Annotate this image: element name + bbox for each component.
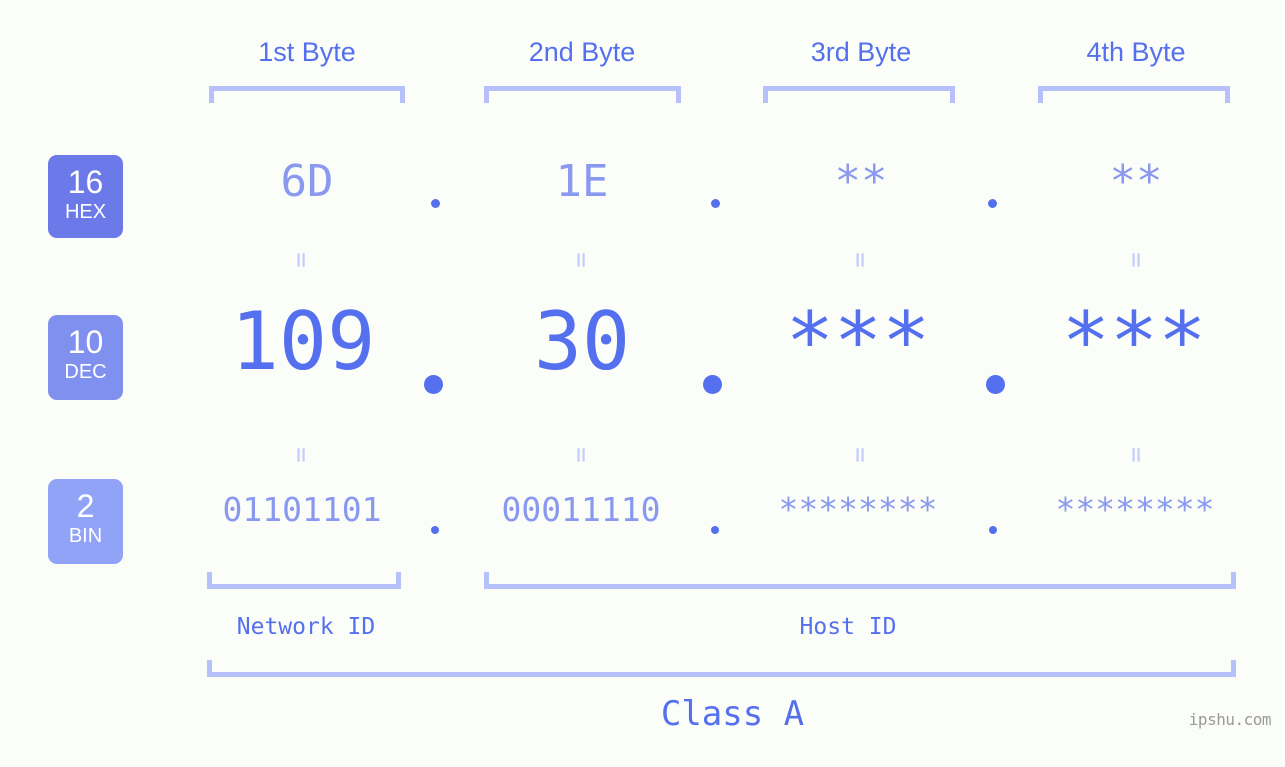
base-badge-hex-number: 16	[67, 164, 104, 200]
byte-bracket-2	[484, 86, 681, 103]
hex-value-byte-1: 6D	[280, 156, 334, 207]
dec-value-byte-4: ***	[1061, 295, 1207, 388]
hex-separator-dot-2	[711, 199, 720, 208]
equals-mark-hex-dec-2: =	[566, 252, 596, 268]
byte-bracket-3	[763, 86, 955, 103]
equals-mark-dec-bin-1: =	[286, 447, 316, 463]
equals-mark-hex-dec-4: =	[1121, 252, 1151, 268]
site-watermark: ipshu.com	[1188, 710, 1272, 729]
equals-mark-hex-dec-1: =	[286, 252, 316, 268]
dec-value-byte-1: 109	[230, 295, 376, 388]
base-badge-hex: 16 HEX	[48, 155, 123, 238]
equals-mark-dec-bin-2: =	[566, 447, 596, 463]
ip-address-breakdown-diagram: 1st Byte 2nd Byte 3rd Byte 4th Byte 16 H…	[0, 0, 1285, 767]
hex-value-byte-2: 1E	[555, 156, 609, 207]
byte-header-2: 2nd Byte	[528, 37, 636, 67]
bin-value-byte-2: 00011110	[501, 490, 661, 529]
base-badge-bin-number: 2	[76, 488, 95, 524]
hex-separator-dot-1	[431, 199, 440, 208]
bin-separator-dot-1	[431, 526, 439, 534]
base-badge-dec-abbr: DEC	[64, 361, 107, 383]
byte-header-1: 1st Byte	[258, 37, 356, 67]
bin-value-byte-1: 01101101	[222, 490, 382, 529]
byte-bracket-4	[1038, 86, 1230, 103]
class-label: Class A	[660, 694, 805, 734]
dec-separator-dot-1	[424, 375, 443, 394]
equals-mark-dec-bin-4: =	[1121, 447, 1151, 463]
host-id-bracket	[484, 572, 1236, 589]
byte-bracket-1	[209, 86, 405, 103]
bin-value-byte-3: ********	[778, 490, 938, 529]
bin-separator-dot-3	[989, 526, 997, 534]
hex-value-byte-4: **	[1109, 156, 1163, 207]
network-id-label: Network ID	[236, 614, 376, 640]
hex-value-byte-3: **	[834, 156, 888, 207]
network-id-bracket	[207, 572, 401, 589]
byte-header-3: 3rd Byte	[810, 37, 912, 67]
dec-separator-dot-3	[986, 375, 1005, 394]
dec-value-byte-2: 30	[533, 295, 631, 388]
base-badge-bin: 2 BIN	[48, 479, 123, 564]
hex-separator-dot-3	[988, 199, 997, 208]
bin-value-byte-4: ********	[1055, 490, 1215, 529]
base-badge-dec-number: 10	[67, 324, 104, 360]
dec-separator-dot-2	[703, 375, 722, 394]
dec-value-byte-3: ***	[785, 295, 931, 388]
class-bracket	[207, 660, 1236, 677]
base-badge-hex-abbr: HEX	[64, 201, 107, 223]
bin-separator-dot-2	[711, 526, 719, 534]
equals-mark-hex-dec-3: =	[845, 252, 875, 268]
equals-mark-dec-bin-3: =	[845, 447, 875, 463]
host-id-label: Host ID	[799, 614, 897, 640]
base-badge-dec: 10 DEC	[48, 315, 123, 400]
base-badge-bin-abbr: BIN	[68, 525, 103, 547]
byte-header-4: 4th Byte	[1086, 37, 1186, 67]
